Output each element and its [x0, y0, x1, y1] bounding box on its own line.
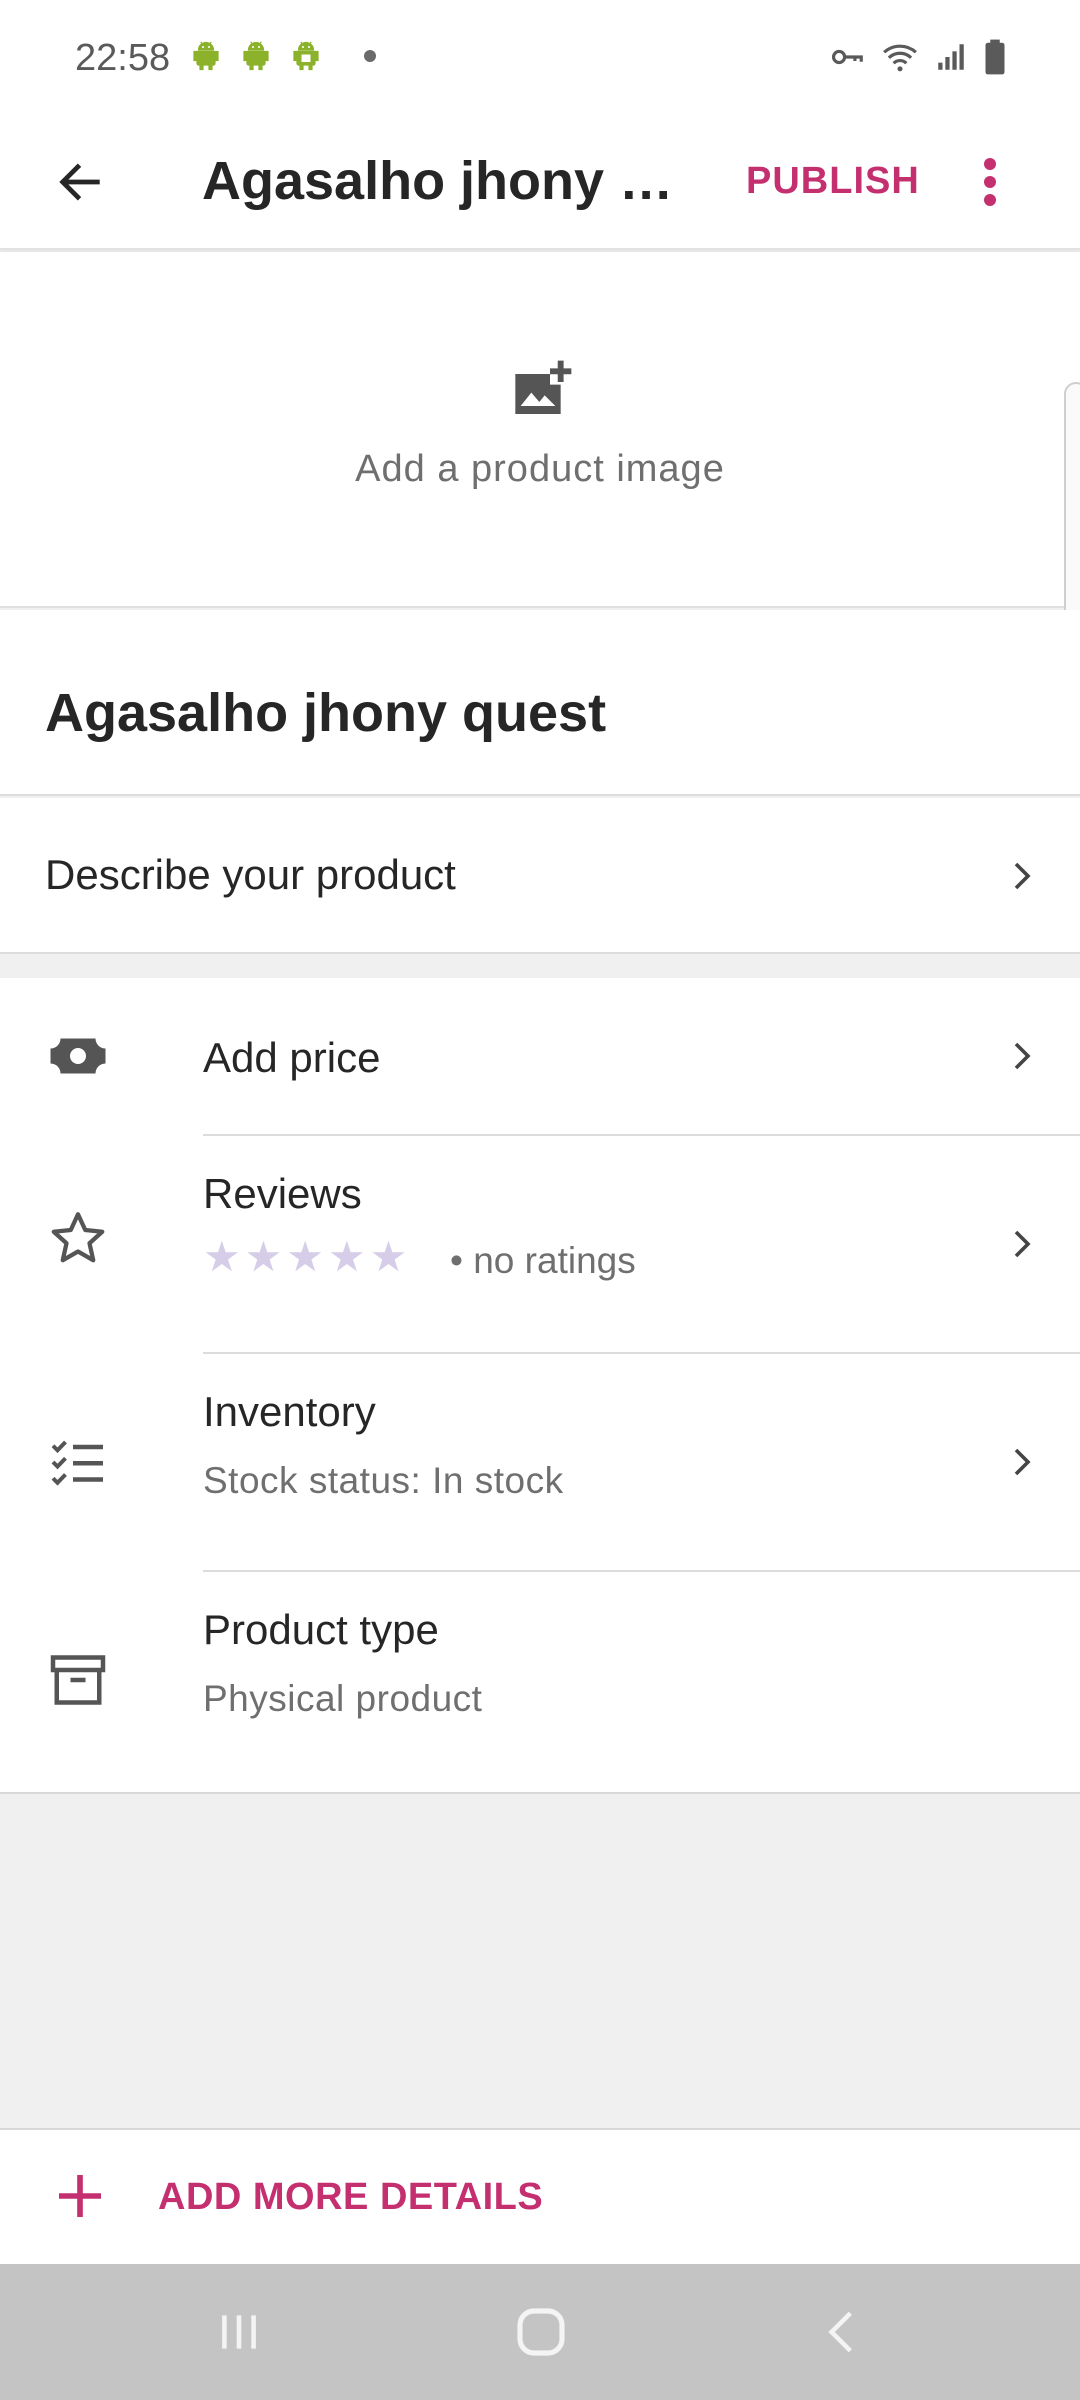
status-bar: 22:58 — [0, 0, 1080, 114]
chevron-right-icon — [1014, 1042, 1031, 1070]
publish-button[interactable]: PUBLISH — [746, 148, 920, 214]
wifi-icon — [883, 44, 917, 72]
reviews-label: Reviews — [203, 1170, 362, 1217]
home-button[interactable] — [511, 2302, 571, 2362]
star-icon: ★ — [286, 1233, 324, 1280]
star-icon: ★ — [244, 1233, 283, 1280]
arrow-back-icon — [59, 163, 100, 201]
add-more-details-label: ADD MORE DETAILS — [158, 2176, 544, 2218]
chevron-right-icon — [1014, 862, 1031, 890]
page-title: Agasalho jhony quest — [202, 151, 702, 211]
add-price-row[interactable]: Add price — [0, 978, 1080, 1136]
add-more-details-button[interactable]: ADD MORE DETAILS — [0, 2128, 1080, 2264]
system-nav-bar — [0, 2264, 1080, 2400]
checklist-icon — [51, 1440, 103, 1486]
describe-product-label: Describe your product — [45, 851, 456, 898]
plus-icon — [59, 2175, 101, 2217]
android-icon — [243, 41, 269, 71]
star-icon: ★ — [369, 1233, 408, 1280]
home-icon — [517, 2308, 565, 2356]
signal-icon — [938, 44, 964, 70]
inventory-label: Inventory — [203, 1388, 376, 1435]
details-list: Add price Reviews ★ ★ ★ ★ ★ • no ratings… — [0, 978, 1080, 1794]
back-button[interactable] — [40, 138, 120, 226]
android-icon — [193, 41, 219, 71]
inventory-row[interactable]: Inventory Stock status: In stock — [0, 1354, 1080, 1572]
star-icon: ★ — [203, 1233, 241, 1280]
more-vert-icon — [984, 158, 996, 206]
more-notifications-dot — [364, 50, 376, 62]
system-icons — [828, 38, 1008, 76]
archive-box-icon — [50, 1655, 106, 1705]
add-price-label: Add price — [203, 1034, 381, 1081]
product-type-row: Product type Physical product — [0, 1572, 1080, 1792]
notification-icons — [188, 38, 376, 74]
add-photo-icon — [515, 360, 572, 414]
product-title-field[interactable]: Agasalho jhony quest — [0, 610, 1080, 796]
app-bar: Agasalho jhony quest PUBLISH — [0, 114, 1080, 250]
recent-apps-button[interactable] — [209, 2302, 269, 2362]
battery-icon — [985, 39, 1005, 75]
recents-icon — [222, 2315, 256, 2349]
vpn-key-icon — [831, 49, 863, 65]
product-type-label: Product type — [203, 1606, 439, 1653]
chevron-left-icon — [828, 2311, 852, 2353]
cash-icon — [50, 1038, 106, 1074]
add-image-label: Add a product image — [355, 448, 725, 490]
describe-product-row[interactable]: Describe your product — [0, 798, 1080, 954]
star-outline-icon — [51, 1212, 105, 1263]
system-back-button[interactable] — [812, 2302, 872, 2362]
product-type-value: Physical product — [203, 1678, 483, 1719]
reviews-row[interactable]: Reviews ★ ★ ★ ★ ★ • no ratings — [0, 1136, 1080, 1354]
chevron-right-icon — [1014, 1448, 1031, 1476]
star-icon: ★ — [327, 1233, 366, 1280]
android-box-icon — [293, 41, 319, 71]
chevron-right-icon — [1014, 1230, 1031, 1258]
product-title: Agasalho jhony quest — [45, 683, 607, 743]
status-time: 22:58 — [75, 37, 171, 79]
add-image-area[interactable]: Add a product image — [0, 252, 1080, 608]
more-options-button[interactable] — [960, 138, 1020, 226]
rating-stars: ★ ★ ★ ★ ★ — [203, 1236, 407, 1278]
stock-status: Stock status: In stock — [203, 1460, 564, 1501]
ratings-count: • no ratings — [450, 1240, 636, 1281]
